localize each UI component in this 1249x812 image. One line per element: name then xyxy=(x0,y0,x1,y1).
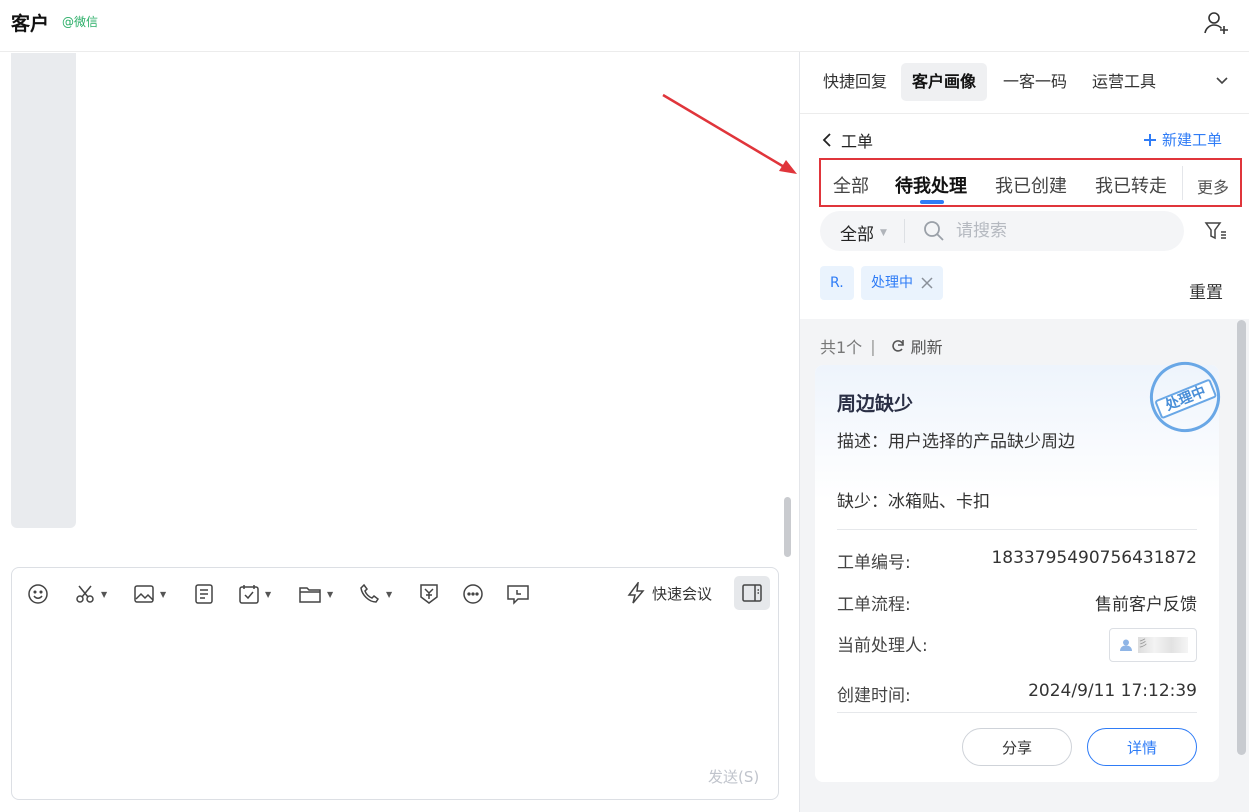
desc-label: 描述： xyxy=(837,432,888,452)
scope-dropdown[interactable]: 全部 ▼ xyxy=(840,220,887,245)
handler-label: 当前处理人: xyxy=(837,636,928,656)
chat-screen-icon[interactable] xyxy=(506,582,530,606)
search-input[interactable] xyxy=(922,214,1177,248)
tab-operation-tools[interactable]: 运营工具 xyxy=(1081,63,1167,101)
chevron-down-icon: ▼ xyxy=(386,589,393,599)
section-title: 工单 xyxy=(841,132,874,151)
chevron-down-icon: ▼ xyxy=(265,589,272,599)
missing-value: 冰箱贴、卡扣 xyxy=(888,492,990,512)
tab-customer-profile[interactable]: 客户画像 xyxy=(901,63,988,101)
subtab-created-by-me[interactable]: 我已创建 xyxy=(995,172,1067,198)
channel-tag: @微信 xyxy=(62,15,99,29)
calendar-check-icon xyxy=(238,583,260,605)
user-icon xyxy=(1120,639,1132,651)
refresh-label: 刷新 xyxy=(910,338,943,357)
schedule-tool[interactable]: ▼ xyxy=(238,582,271,606)
reset-button[interactable]: 重置 xyxy=(1189,278,1223,303)
add-user-icon[interactable] xyxy=(1203,9,1231,37)
chevron-down-icon: ▼ xyxy=(160,589,167,599)
filter-chip-status[interactable]: 处理中 xyxy=(861,266,943,300)
filter-chip-user[interactable]: R. xyxy=(820,266,854,300)
active-tab-indicator xyxy=(920,200,944,204)
quick-meeting-button[interactable]: 快速会议 xyxy=(626,582,712,604)
list-scrollbar[interactable] xyxy=(1237,320,1246,755)
send-button[interactable]: 发送(S) xyxy=(708,766,759,787)
document-icon[interactable] xyxy=(194,582,214,606)
payment-icon[interactable] xyxy=(418,582,440,606)
close-icon[interactable] xyxy=(921,277,933,289)
chip-label: 处理中 xyxy=(871,275,913,291)
chip-label: R. xyxy=(830,275,844,291)
missing-label: 缺少： xyxy=(837,492,888,512)
desc-value: 用户选择的产品缺少周边 xyxy=(888,432,1075,452)
filter-icon[interactable] xyxy=(1204,220,1228,242)
created-time-label: 创建时间: xyxy=(837,686,911,706)
ticket-description: 描述：用户选择的产品缺少周边 xyxy=(837,427,1075,452)
ticket-flow-label: 工单流程: xyxy=(837,595,911,615)
chevron-down-icon: ▼ xyxy=(327,589,334,599)
new-ticket-button[interactable]: 新建工单 xyxy=(1143,129,1222,150)
created-time-value: 2024/9/11 17:12:39 xyxy=(1028,681,1197,701)
page-title: 客户 xyxy=(11,13,50,35)
plus-icon xyxy=(1143,133,1157,147)
chevron-down-icon: ▼ xyxy=(101,589,108,599)
divider xyxy=(1182,166,1183,200)
chevron-left-icon xyxy=(821,132,833,148)
tab-one-customer-one-code[interactable]: 一客一码 xyxy=(992,63,1078,101)
new-ticket-label: 新建工单 xyxy=(1162,131,1223,149)
divider xyxy=(837,712,1197,713)
subtab-all[interactable]: 全部 xyxy=(833,172,869,198)
lightning-icon xyxy=(626,582,646,604)
image-icon xyxy=(133,583,155,605)
more-icon[interactable] xyxy=(462,582,484,606)
stamp-text: 处理中 xyxy=(1154,378,1218,420)
chat-scrollbar[interactable] xyxy=(784,497,791,557)
refresh-icon xyxy=(890,338,906,354)
separator: | xyxy=(870,336,876,356)
file-tool[interactable]: ▼ xyxy=(298,582,333,606)
result-count: 共1个 xyxy=(820,338,863,357)
ticket-flow-value: 售前客户反馈 xyxy=(1095,595,1197,615)
tab-quick-reply[interactable]: 快捷回复 xyxy=(812,63,898,101)
ticket-id-value: 1833795490756431872 xyxy=(991,548,1197,568)
divider xyxy=(904,219,905,243)
subtab-transferred[interactable]: 我已转走 xyxy=(1095,172,1167,198)
emoji-icon[interactable] xyxy=(27,582,49,606)
divider xyxy=(800,113,1249,114)
scope-label: 全部 xyxy=(840,225,874,245)
handler-name: 彡 xyxy=(1138,637,1188,653)
ticket-missing: 缺少：冰箱贴、卡扣 xyxy=(837,487,990,512)
message-placeholder-column xyxy=(11,53,76,528)
phone-icon xyxy=(359,583,381,605)
caret-down-icon: ▼ xyxy=(880,227,887,238)
scissors-icon xyxy=(74,583,96,605)
image-tool[interactable]: ▼ xyxy=(133,582,166,606)
detail-button[interactable]: 详情 xyxy=(1087,728,1197,766)
handler-chip[interactable]: 彡 xyxy=(1109,628,1197,662)
result-count-row: 共1个 | 刷新 xyxy=(820,334,943,358)
quick-meeting-label: 快速会议 xyxy=(652,584,713,603)
ticket-id-label: 工单编号: xyxy=(837,553,911,573)
folder-icon xyxy=(298,583,322,605)
more-tabs-button[interactable]: 更多 xyxy=(1197,174,1229,198)
annotation-arrow xyxy=(655,88,805,183)
side-panel-toggle-icon[interactable] xyxy=(734,576,770,610)
back-button[interactable]: 工单 xyxy=(821,128,873,152)
share-button[interactable]: 分享 xyxy=(962,728,1072,766)
header-bar xyxy=(0,0,1249,52)
screenshot-tool[interactable]: ▼ xyxy=(74,582,107,606)
refresh-button[interactable]: 刷新 xyxy=(890,334,943,358)
chevron-down-icon[interactable] xyxy=(1214,73,1230,89)
subtab-pending-me[interactable]: 待我处理 xyxy=(895,172,967,198)
call-tool[interactable]: ▼ xyxy=(359,582,392,606)
divider xyxy=(837,529,1197,530)
ticket-title: 周边缺少 xyxy=(837,393,914,415)
